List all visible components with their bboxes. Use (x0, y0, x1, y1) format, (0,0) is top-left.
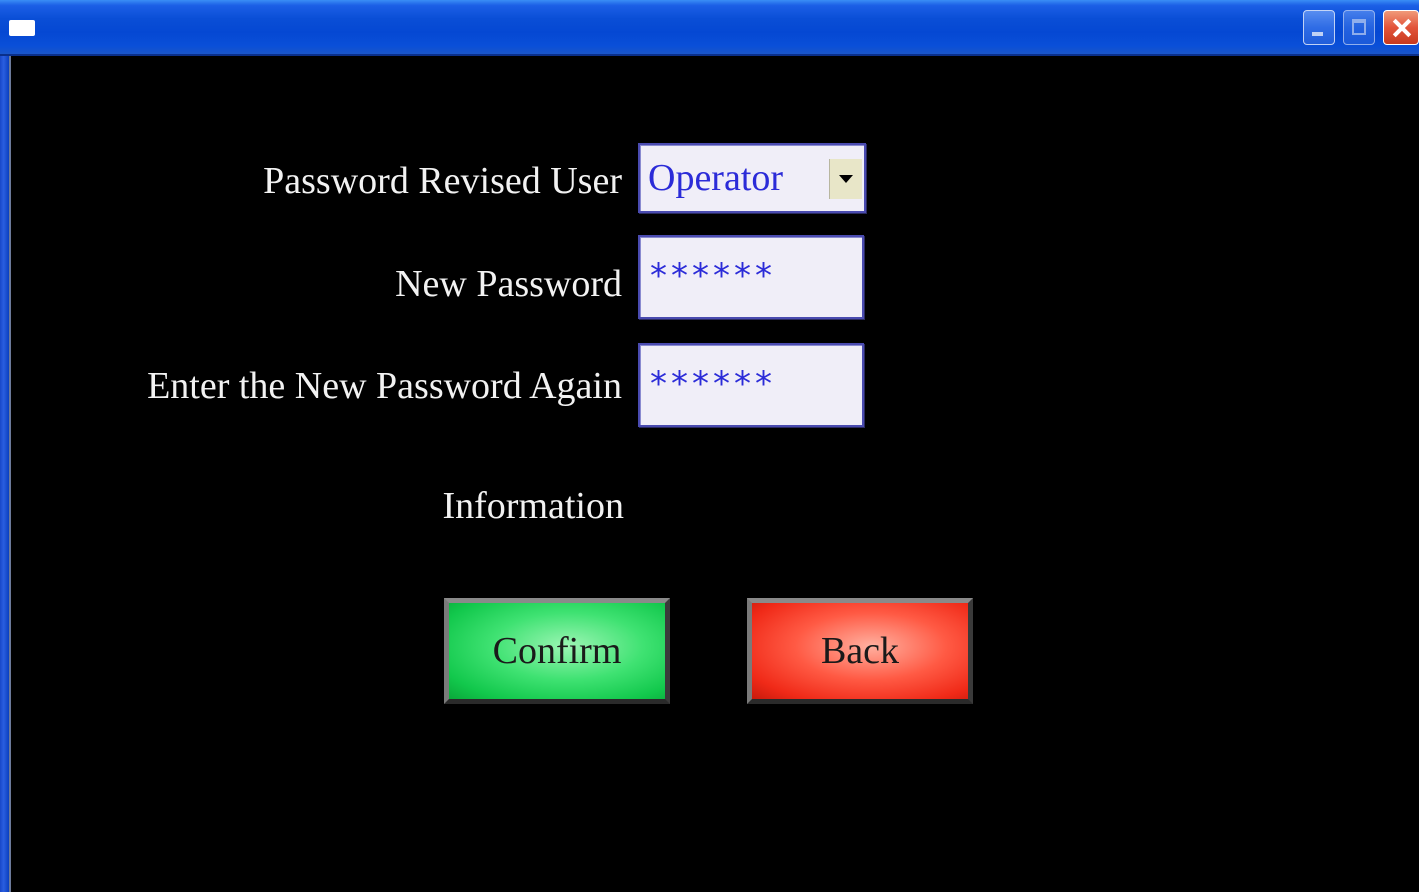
confirm-button[interactable]: Confirm (444, 598, 670, 704)
app-icon (9, 20, 35, 36)
back-button[interactable]: Back (747, 598, 973, 704)
maximize-icon[interactable] (1343, 10, 1375, 45)
password-change-window: Password Revised User Operator New Passw… (0, 0, 1419, 892)
window-frame-edge (9, 56, 11, 892)
confirm-password-label: Enter the New Password Again (147, 365, 622, 407)
close-icon[interactable] (1383, 10, 1419, 45)
user-select-value: Operator (648, 157, 784, 199)
new-password-label: New Password (395, 263, 622, 305)
user-select[interactable]: Operator (638, 143, 866, 213)
minimize-icon[interactable] (1303, 10, 1335, 45)
confirm-password-field[interactable]: ****** (638, 343, 864, 427)
information-label: Information (442, 485, 624, 527)
new-password-field[interactable]: ****** (638, 235, 864, 319)
window-frame-left (0, 56, 9, 892)
new-password-mask: ****** (650, 256, 776, 296)
confirm-password-mask: ****** (650, 364, 776, 404)
title-bar[interactable] (0, 0, 1419, 56)
user-label: Password Revised User (263, 160, 622, 202)
chevron-down-icon[interactable] (829, 159, 862, 199)
